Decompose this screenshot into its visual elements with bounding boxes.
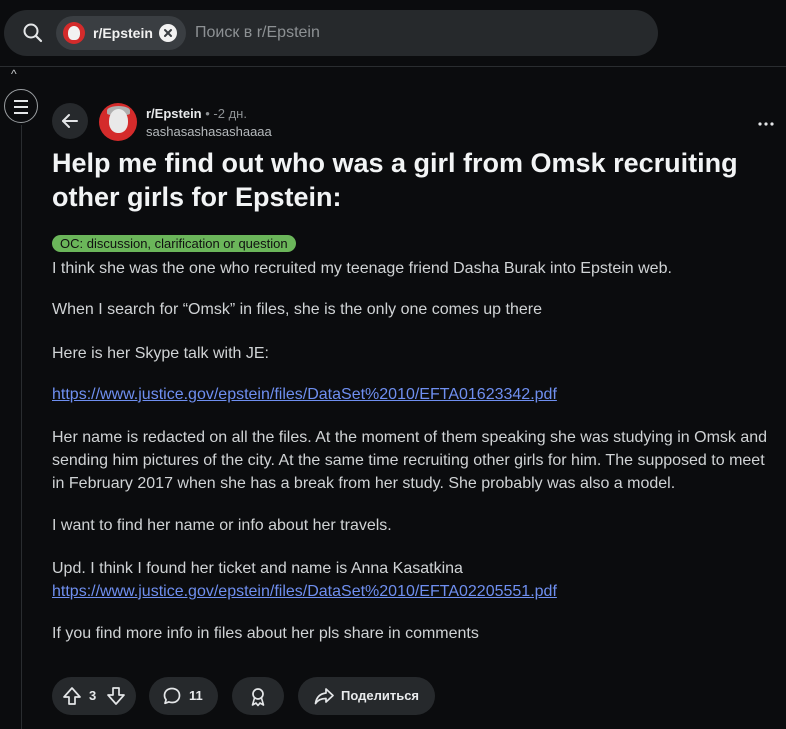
post-meta: r/Epstein • -2 дн. [146,106,247,121]
menu-icon[interactable] [4,89,38,123]
subreddit-chip-avatar [63,22,85,44]
upvote-icon[interactable] [61,685,83,710]
post-paragraph: When I search for “Omsk” in files, she i… [52,301,542,318]
award-icon [247,686,269,711]
search-bar[interactable]: r/Epstein Поиск в r/Epstein [4,10,658,56]
award-button[interactable] [232,677,284,715]
vote-group: 3 [52,677,136,715]
post-author[interactable]: sashasashasashaaaa [146,124,272,139]
more-icon[interactable] [758,110,774,131]
post-time: • -2 дн. [205,106,247,121]
share-icon [313,686,335,709]
rail-divider [21,125,22,729]
post-title: Help me find out who was a girl from Oms… [52,148,738,212]
share-button[interactable]: Поделиться [298,677,435,715]
comment-count: 11 [189,688,203,703]
search-icon[interactable] [22,22,44,49]
subreddit-chip-label: r/Epstein [93,25,153,41]
post-paragraph: Upd. I think I found her ticket and name… [52,560,463,577]
post-link[interactable]: https://www.justice.gov/epstein/files/Da… [52,383,772,406]
post-paragraph: Her name is redacted on all the files. A… [52,429,768,492]
collapse-caret-icon[interactable]: ^ [11,67,17,81]
subreddit-avatar[interactable] [99,103,137,141]
comments-button[interactable]: 11 [149,677,218,715]
subreddit-filter-chip[interactable]: r/Epstein [56,16,186,50]
comment-icon [162,686,182,709]
vote-count: 3 [89,688,97,703]
post-flair[interactable]: OC: discussion, clarification or questio… [52,235,296,252]
post-paragraph: If you find more info in files about her… [52,625,479,642]
back-button[interactable] [52,103,88,139]
top-bar: r/Epstein Поиск в r/Epstein [0,0,786,67]
share-label: Поделиться [341,688,420,703]
left-rail: ^ [0,67,38,729]
downvote-icon[interactable] [105,685,127,710]
post-link[interactable]: https://www.justice.gov/epstein/files/Da… [52,580,772,603]
post-paragraph: I want to find her name or info about he… [52,517,392,534]
post-paragraph: I think she was the one who recruited my… [52,260,672,277]
close-icon[interactable] [159,24,177,42]
search-input[interactable]: Поиск в r/Epstein [195,24,320,42]
arrow-left-icon [62,114,78,128]
post-paragraph: Here is her Skype talk with JE: [52,345,269,362]
subreddit-name[interactable]: r/Epstein [146,106,202,121]
